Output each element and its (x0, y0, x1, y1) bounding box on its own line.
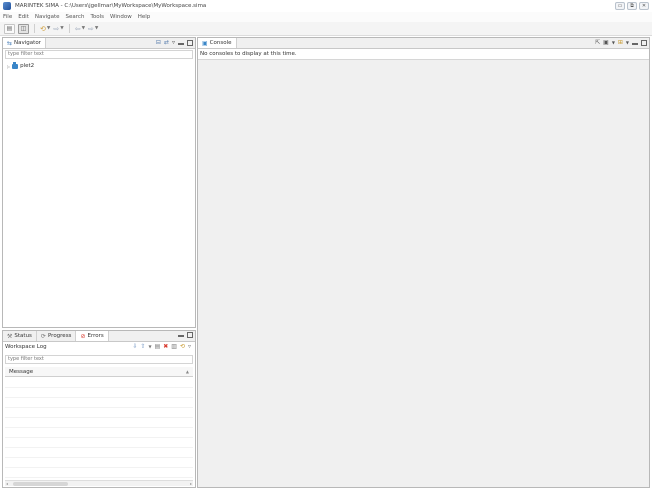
tree-item[interactable]: ▷ plet2 (7, 61, 35, 69)
run-icon[interactable]: ⟲ (40, 25, 46, 33)
message-column-header[interactable]: Message ▲ (5, 367, 193, 377)
clear-log-icon[interactable]: ▤ (155, 343, 161, 350)
tab-status[interactable]: ⚒ Status (3, 331, 37, 341)
window-controls: ▭ ⧉ ✕ (615, 2, 649, 10)
log-panel: ⚒ Status ⟳ Progress ⊘ Errors Workspace L… (2, 330, 196, 488)
status-icon: ⚒ (7, 332, 13, 340)
minimize-view-icon[interactable] (632, 43, 638, 45)
log-toolbar: ⇩ ⇧ ▼ ▤ ✖ ▥ ⟲ ▿ (132, 343, 191, 350)
menu-window[interactable]: Window (107, 14, 135, 20)
new-icon[interactable]: ▤ (4, 23, 15, 34)
console-empty-message: No consoles to display at this time. (200, 51, 297, 57)
forward-icon[interactable]: ⇨ (88, 25, 94, 33)
menu-edit[interactable]: Edit (15, 14, 32, 20)
console-icon: ▣ (202, 39, 208, 47)
back-icon[interactable]: ⇦ (75, 25, 81, 33)
tab-status-label: Status (14, 333, 32, 339)
scroll-left-icon[interactable]: ◂ (6, 481, 8, 486)
view-menu-icon[interactable]: ▿ (172, 39, 175, 47)
minimize-button[interactable]: ▭ (615, 2, 625, 10)
export-icon[interactable]: ⇩ (132, 343, 137, 350)
menu-file[interactable]: File (0, 14, 15, 20)
tab-navigator-label: Navigator (14, 40, 41, 46)
collapse-all-icon[interactable]: ⊟ (156, 39, 161, 47)
tab-errors-label: Errors (87, 333, 104, 339)
scrollbar-thumb[interactable] (13, 482, 68, 486)
chevron-down-icon[interactable]: ▼ (612, 39, 615, 47)
delete-log-icon[interactable]: ✖ (163, 343, 168, 350)
link-editor-icon[interactable]: ⇄ (164, 39, 169, 47)
log-table-body (5, 378, 193, 479)
console-panel: ▣ Console ⇱ ▣ ▼ ⊞ ▼ No consoles to displ… (197, 37, 650, 488)
navigator-tabbar: ⇆ Navigator ⊟ ⇄ ▿ (3, 38, 195, 49)
tree-item-label: plet2 (20, 63, 35, 69)
import-icon[interactable]: ⇧ (140, 343, 145, 350)
project-folder-icon (12, 61, 19, 69)
scroll-right-icon[interactable]: ▸ (190, 481, 192, 486)
chevron-down-icon[interactable]: ▼ (95, 26, 98, 31)
window-title: MARINTEK SIMA - C:\Users\jgellmar\MyWork… (15, 3, 207, 9)
message-column-label: Message (9, 369, 34, 375)
tab-navigator[interactable]: ⇆ Navigator (3, 38, 46, 48)
pin-console-icon[interactable]: ⇱ (595, 39, 600, 47)
toolbar-separator (68, 24, 70, 33)
restore-log-icon[interactable]: ⟲ (180, 343, 185, 350)
menu-search[interactable]: Search (63, 14, 88, 20)
perspective-icon[interactable]: ◫ (18, 23, 29, 34)
tab-console-label: Console (209, 40, 232, 46)
minimize-view-icon[interactable] (178, 43, 184, 45)
open-console-icon[interactable]: ⊞ (618, 39, 623, 47)
log-filter-input[interactable]: type filter text (5, 355, 193, 364)
log-tabbar: ⚒ Status ⟳ Progress ⊘ Errors (3, 331, 195, 342)
console-tabbar: ▣ Console ⇱ ▣ ▼ ⊞ ▼ (198, 38, 649, 49)
app-logo-icon (3, 2, 11, 10)
minimize-view-icon[interactable] (178, 335, 184, 337)
chevron-down-icon[interactable]: ▼ (82, 26, 85, 31)
toolbar-separator (34, 24, 35, 33)
display-console-icon[interactable]: ▣ (603, 39, 609, 47)
tab-console[interactable]: ▣ Console (198, 38, 237, 48)
maximize-view-icon[interactable] (187, 332, 193, 338)
menu-bar: File Edit Navigate Search Tools Window H… (0, 12, 652, 22)
console-controls: ⇱ ▣ ▼ ⊞ ▼ (595, 39, 647, 47)
horizontal-scrollbar[interactable]: ◂ ▸ (5, 480, 193, 486)
main-toolbar: ▤ ◫ ⟲ ▼ ⇨ ▼ ⇦ ▼ ⇨ ▼ (0, 22, 652, 36)
open-log-icon[interactable]: ▥ (171, 343, 177, 350)
maximize-view-icon[interactable] (641, 40, 647, 46)
title-bar: MARINTEK SIMA - C:\Users\jgellmar\MyWork… (0, 0, 652, 12)
chevron-down-icon[interactable]: ▼ (60, 26, 63, 31)
menu-tools[interactable]: Tools (87, 14, 107, 20)
expand-arrow-icon[interactable]: ▷ (7, 64, 10, 69)
tab-progress-label: Progress (47, 333, 72, 339)
restore-button[interactable]: ⧉ (627, 2, 637, 10)
tab-errors[interactable]: ⊘ Errors (76, 331, 109, 341)
progress-icon: ⟳ (40, 332, 46, 340)
chevron-down-icon[interactable]: ▼ (47, 26, 50, 31)
close-button[interactable]: ✕ (639, 2, 649, 10)
view-menu-icon[interactable]: ▿ (188, 343, 191, 350)
log-controls (178, 332, 193, 338)
menu-help[interactable]: Help (135, 14, 154, 20)
console-output-area (198, 59, 649, 487)
chevron-down-icon[interactable]: ▼ (149, 344, 152, 349)
sort-up-icon: ▲ (185, 369, 189, 374)
chevron-down-icon[interactable]: ▼ (626, 39, 629, 47)
navigator-panel: ⇆ Navigator ⊟ ⇄ ▿ type filter text ▷ ple… (2, 37, 196, 328)
navigator-icon: ⇆ (7, 39, 13, 47)
navigator-controls: ⊟ ⇄ ▿ (156, 39, 193, 47)
tab-progress[interactable]: ⟳ Progress (37, 331, 77, 341)
error-icon: ⊘ (80, 332, 86, 340)
maximize-view-icon[interactable] (187, 40, 193, 46)
navigator-filter-input[interactable]: type filter text (5, 50, 193, 59)
nav-icon[interactable]: ⇨ (53, 25, 59, 33)
log-title: Workspace Log (5, 344, 47, 350)
menu-navigate[interactable]: Navigate (32, 14, 63, 20)
